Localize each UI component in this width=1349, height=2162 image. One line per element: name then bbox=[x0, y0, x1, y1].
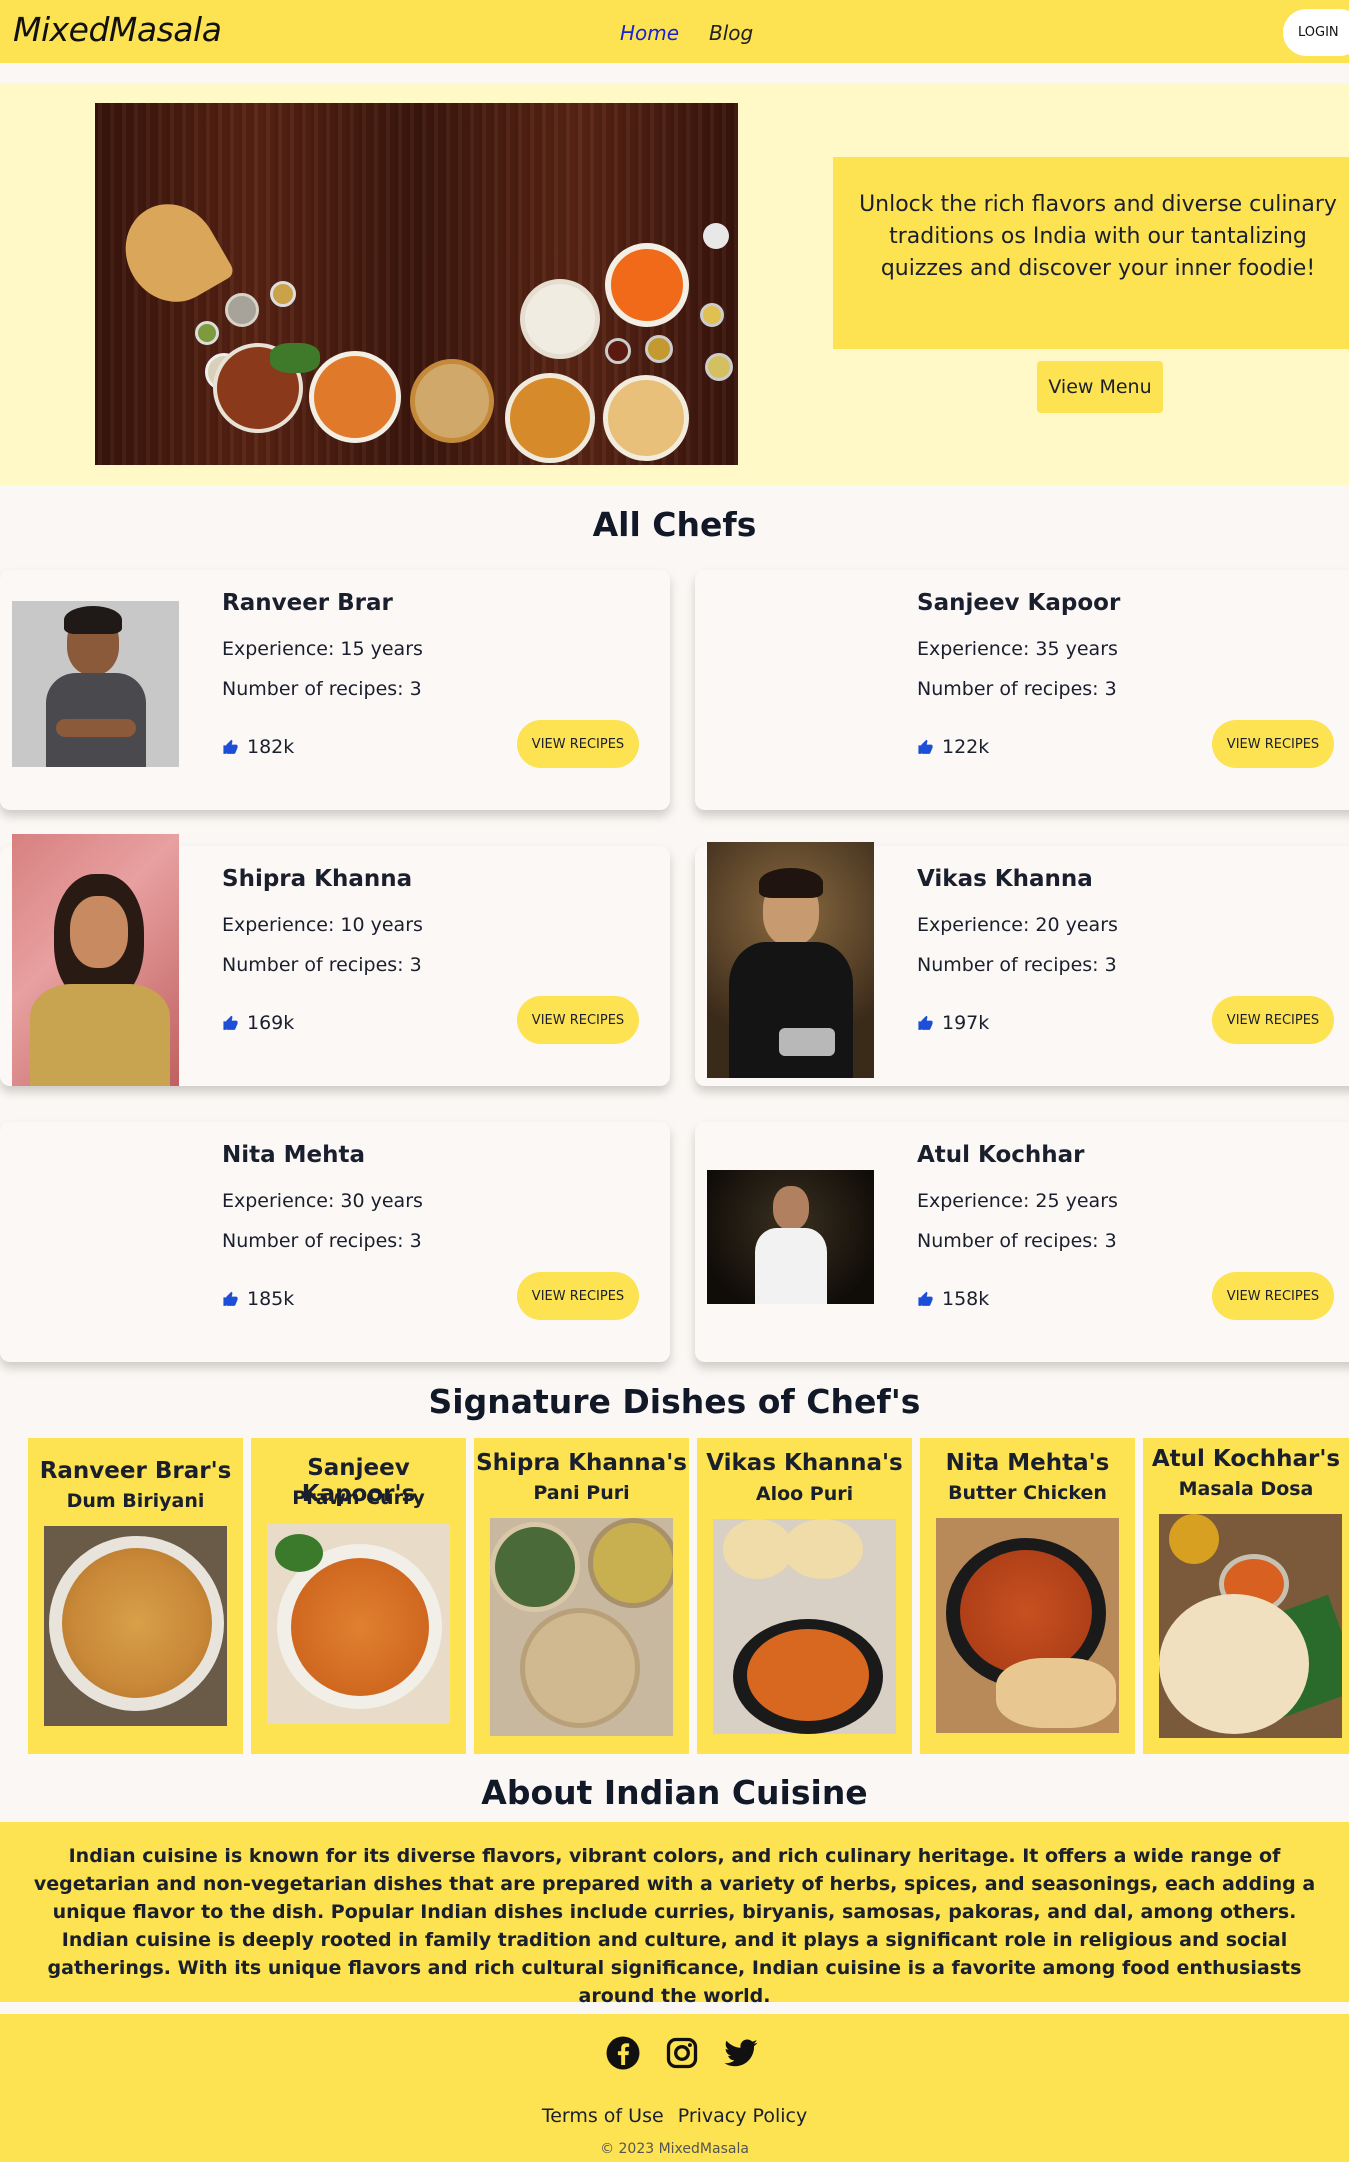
navbar: MixedMasala Home Blog LOGIN bbox=[0, 0, 1349, 63]
hero-section: Unlock the rich flavors and diverse culi… bbox=[0, 83, 1349, 485]
chefs-section-title: All Chefs bbox=[592, 505, 757, 544]
view-recipes-button[interactable]: VIEW RECIPES bbox=[517, 720, 639, 768]
facebook-icon[interactable] bbox=[605, 2035, 641, 2071]
chef-recipe-count: Number of recipes: 3 bbox=[917, 1230, 1117, 1252]
thumbs-up-icon[interactable] bbox=[222, 739, 239, 756]
terms-link[interactable]: Terms of Use bbox=[542, 2105, 664, 2127]
chef-card: Shipra Khanna Experience: 10 years Numbe… bbox=[0, 834, 670, 1086]
chef-photo bbox=[707, 1170, 874, 1304]
footer: Terms of Use Privacy Policy © 2023 Mixed… bbox=[0, 2014, 1349, 2162]
dish-image bbox=[1159, 1514, 1342, 1738]
view-menu-button[interactable]: View Menu bbox=[1037, 361, 1163, 413]
chef-likes-count: 185k bbox=[247, 1288, 295, 1310]
dish-card[interactable]: Nita Mehta's Butter Chicken bbox=[920, 1438, 1135, 1754]
chef-name: Shipra Khanna bbox=[222, 866, 413, 892]
chef-name: Vikas Khanna bbox=[917, 866, 1093, 892]
navbar-divider bbox=[0, 63, 1349, 83]
dishes-section-title: Signature Dishes of Chef's bbox=[428, 1382, 921, 1421]
chef-likes: 182k bbox=[222, 736, 294, 758]
dish-chef-name: Vikas Khanna's bbox=[706, 1450, 903, 1476]
chef-likes: 185k bbox=[222, 1288, 294, 1310]
thumbs-up-icon[interactable] bbox=[917, 1015, 934, 1032]
chef-card: Vikas Khanna Experience: 20 years Number… bbox=[695, 842, 1349, 1086]
view-recipes-button[interactable]: VIEW RECIPES bbox=[517, 1272, 639, 1320]
dish-chef-name: Ranveer Brar's bbox=[39, 1458, 232, 1484]
thumbs-up-icon[interactable] bbox=[222, 1291, 239, 1308]
hero-tagline: Unlock the rich flavors and diverse culi… bbox=[859, 192, 1337, 281]
chef-likes-count: 197k bbox=[942, 1012, 990, 1034]
chef-recipe-count: Number of recipes: 3 bbox=[222, 954, 422, 976]
chef-photo bbox=[707, 842, 874, 1078]
view-recipes-button[interactable]: VIEW RECIPES bbox=[517, 996, 639, 1044]
chef-recipe-count: Number of recipes: 3 bbox=[222, 678, 422, 700]
chef-likes-count: 122k bbox=[942, 736, 990, 758]
twitter-icon[interactable] bbox=[723, 2035, 759, 2071]
chef-photo bbox=[12, 601, 179, 767]
dish-image bbox=[267, 1524, 450, 1724]
chef-name: Nita Mehta bbox=[222, 1142, 366, 1168]
thumbs-up-icon[interactable] bbox=[917, 739, 934, 756]
hero-tagline-box: Unlock the rich flavors and diverse culi… bbox=[833, 157, 1349, 349]
view-recipes-button[interactable]: VIEW RECIPES bbox=[1212, 996, 1334, 1044]
footer-links: Terms of Use Privacy Policy bbox=[0, 2105, 1349, 2127]
dish-image bbox=[44, 1526, 227, 1726]
nav-blog-link[interactable]: Blog bbox=[709, 21, 753, 45]
chef-card: Atul Kochhar Experience: 25 years Number… bbox=[695, 1122, 1349, 1362]
view-recipes-button[interactable]: VIEW RECIPES bbox=[1212, 1272, 1334, 1320]
chef-recipe-count: Number of recipes: 3 bbox=[222, 1230, 422, 1252]
dish-name: Dum Biriyani bbox=[66, 1490, 205, 1512]
dish-card[interactable]: Shipra Khanna's Pani Puri bbox=[474, 1438, 689, 1754]
instagram-icon[interactable] bbox=[664, 2035, 700, 2071]
dish-name: Pani Puri bbox=[533, 1482, 630, 1504]
about-section: Indian cuisine is known for its diverse … bbox=[0, 1822, 1349, 2007]
chef-experience: Experience: 15 years bbox=[222, 638, 423, 660]
dish-image bbox=[490, 1518, 673, 1736]
chef-name: Atul Kochhar bbox=[917, 1142, 1085, 1168]
dish-chef-name: Shipra Khanna's bbox=[476, 1450, 687, 1476]
dish-image bbox=[936, 1518, 1119, 1733]
chef-experience: Experience: 30 years bbox=[222, 1190, 423, 1212]
dish-name: Masala Dosa bbox=[1178, 1478, 1314, 1500]
dish-card[interactable]: Vikas Khanna's Aloo Puri bbox=[697, 1438, 912, 1754]
chef-experience: Experience: 35 years bbox=[917, 638, 1118, 660]
about-section-title: About Indian Cuisine bbox=[481, 1773, 868, 1812]
chef-experience: Experience: 10 years bbox=[222, 914, 423, 936]
chef-experience: Experience: 25 years bbox=[917, 1190, 1118, 1212]
chef-name: Ranveer Brar bbox=[222, 590, 393, 616]
chef-recipe-count: Number of recipes: 3 bbox=[917, 954, 1117, 976]
dish-chef-name: Nita Mehta's bbox=[945, 1450, 1110, 1476]
privacy-link[interactable]: Privacy Policy bbox=[678, 2105, 807, 2127]
thumbs-up-icon[interactable] bbox=[222, 1015, 239, 1032]
dish-card[interactable]: Atul Kochhar's Masala Dosa bbox=[1143, 1438, 1349, 1754]
about-text: Indian cuisine is known for its diverse … bbox=[33, 1845, 1316, 2007]
chef-likes-count: 158k bbox=[942, 1288, 990, 1310]
dish-name: Aloo Puri bbox=[755, 1483, 854, 1505]
chef-card: Sanjeev Kapoor Experience: 35 years Numb… bbox=[695, 570, 1349, 810]
chef-photo bbox=[12, 834, 179, 1086]
chef-likes-count: 182k bbox=[247, 736, 295, 758]
chef-likes: 158k bbox=[917, 1288, 989, 1310]
chef-experience: Experience: 20 years bbox=[917, 914, 1118, 936]
chef-likes: 197k bbox=[917, 1012, 989, 1034]
chef-likes: 169k bbox=[222, 1012, 294, 1034]
dish-name: Butter Chicken bbox=[948, 1482, 1107, 1504]
dish-name: Prawn Curry bbox=[292, 1487, 425, 1509]
login-button[interactable]: LOGIN bbox=[1283, 9, 1349, 56]
chef-name: Sanjeev Kapoor bbox=[917, 590, 1121, 616]
chef-card: Nita Mehta Experience: 30 years Number o… bbox=[0, 1122, 670, 1362]
chef-likes-count: 169k bbox=[247, 1012, 295, 1034]
chef-recipe-count: Number of recipes: 3 bbox=[917, 678, 1117, 700]
dish-chef-name: Atul Kochhar's bbox=[1151, 1446, 1341, 1472]
hero-food-image bbox=[95, 103, 738, 465]
nav-home-link[interactable]: Home bbox=[620, 21, 679, 45]
brand-logo[interactable]: MixedMasala bbox=[13, 10, 222, 49]
dish-card[interactable]: Sanjeev Kapoor's Prawn Curry bbox=[251, 1438, 466, 1754]
copyright: © 2023 MixedMasala bbox=[600, 2141, 749, 2157]
dish-image bbox=[713, 1519, 896, 1734]
view-recipes-button[interactable]: VIEW RECIPES bbox=[1212, 720, 1334, 768]
chef-likes: 122k bbox=[917, 736, 989, 758]
thumbs-up-icon[interactable] bbox=[917, 1291, 934, 1308]
dish-card[interactable]: Ranveer Brar's Dum Biriyani bbox=[28, 1438, 243, 1754]
chef-card: Ranveer Brar Experience: 15 years Number… bbox=[0, 570, 670, 810]
